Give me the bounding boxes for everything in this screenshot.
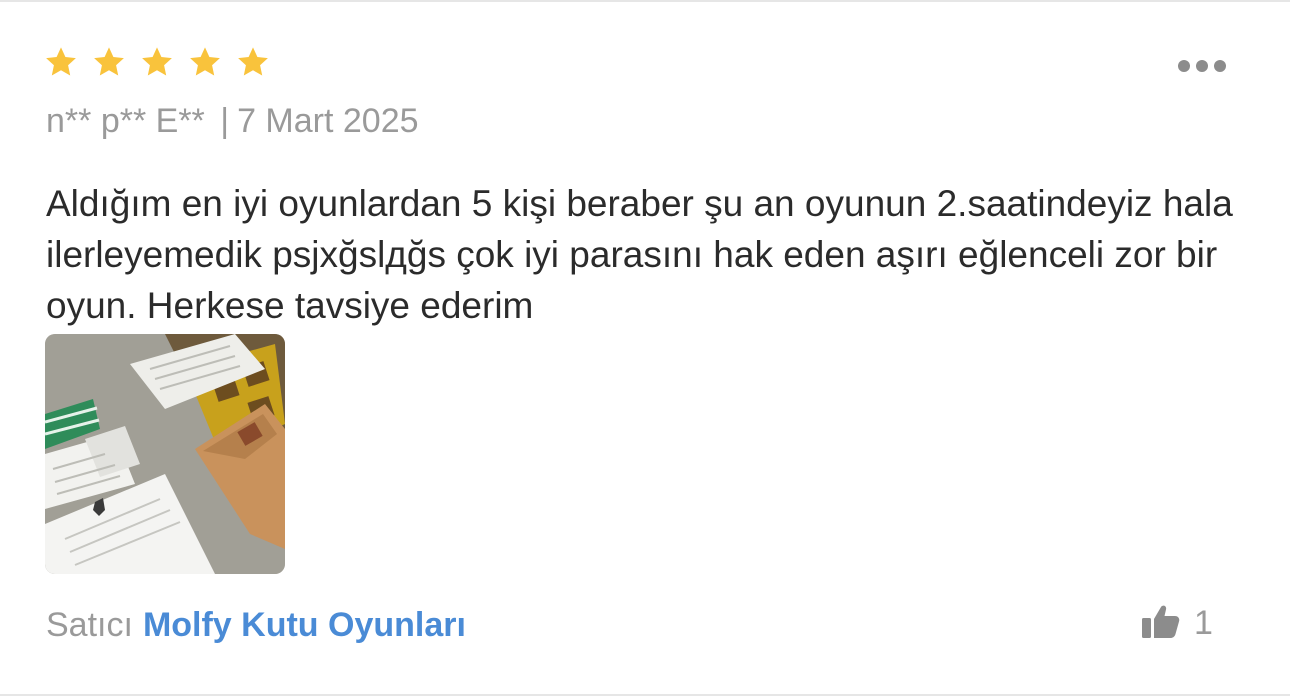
seller-link[interactable]: Molfy Kutu Oyunları [143, 606, 466, 644]
star-rating [44, 46, 270, 79]
seller-info: Satıcı Molfy Kutu Oyunları [46, 606, 466, 645]
like-button[interactable]: 1 [1142, 604, 1213, 643]
like-count: 1 [1194, 604, 1213, 642]
meta-separator: | [220, 102, 230, 140]
review-comment: Aldığım en iyi oyunlardan 5 kişi beraber… [46, 183, 1233, 326]
star-icon [140, 46, 174, 79]
thumbs-up-icon [1142, 604, 1180, 643]
review-author: n** p** E** [46, 102, 205, 140]
star-icon [92, 46, 126, 79]
star-icon [236, 46, 270, 79]
star-icon [44, 46, 78, 79]
review-date: 7 Mart 2025 [237, 102, 419, 140]
more-options-button[interactable] [1178, 60, 1226, 72]
more-options-icon-dot [1178, 60, 1190, 72]
star-icon [188, 46, 222, 79]
review-card: n** p** E** | 7 Mart 2025 Aldığım en iyi … [0, 0, 1290, 696]
review-photo[interactable] [45, 334, 285, 574]
review-meta: n** p** E** | 7 Mart 2025 [46, 102, 419, 141]
more-options-icon-dot [1214, 60, 1226, 72]
review-photo-image [45, 334, 285, 574]
seller-label: Satıcı [46, 606, 133, 644]
more-options-icon-dot [1196, 60, 1208, 72]
